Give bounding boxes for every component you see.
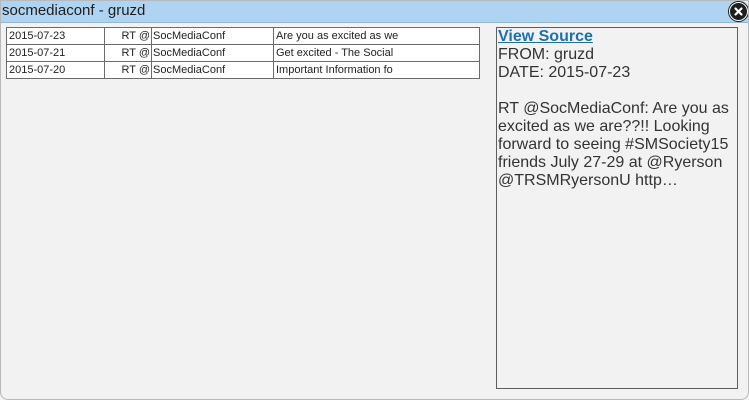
tweet-date-cell: 2015-07-20 — [6, 61, 105, 79]
tweet-from: FROM: gruzd — [498, 46, 595, 63]
tweet-text-cell: Get excited - The Social — [273, 44, 480, 62]
close-icon — [734, 7, 743, 16]
tweet-user-cell: SocMediaConf — [151, 27, 274, 45]
tweet-date-cell: 2015-07-23 — [6, 27, 105, 45]
tweet-date: DATE: 2015-07-23 — [498, 64, 631, 81]
tweet-text-cell: Are you as excited as we — [273, 27, 480, 45]
tweet-text-cell: Important Information fo — [273, 61, 480, 79]
tweet-detail-panel: View Source FROM: gruzd DATE: 2015-07-23… — [496, 27, 738, 389]
tweet-rt-cell: RT @ — [104, 61, 152, 79]
table-row[interactable]: 2015-07-21 RT @ SocMediaConf Get excited… — [6, 44, 480, 62]
tweet-table: 2015-07-23 RT @ SocMediaConf Are you as … — [6, 27, 480, 79]
tweet-date-cell: 2015-07-21 — [6, 44, 105, 62]
tweet-rt-cell: RT @ — [104, 27, 152, 45]
table-row[interactable]: 2015-07-23 RT @ SocMediaConf Are you as … — [6, 27, 480, 45]
title-bar[interactable]: socmediaconf - gruzd — [1, 1, 748, 23]
tweet-user-cell: SocMediaConf — [151, 61, 274, 79]
tweet-body: RT @SocMediaConf: Are you as excited as … — [498, 100, 729, 189]
close-button[interactable] — [729, 2, 748, 21]
tweet-rt-cell: RT @ — [104, 44, 152, 62]
tweet-user-cell: SocMediaConf — [151, 44, 274, 62]
window-title: socmediaconf - gruzd — [2, 2, 146, 19]
table-row[interactable]: 2015-07-20 RT @ SocMediaConf Important I… — [6, 61, 480, 79]
dialog-window: socmediaconf - gruzd 2015-07-23 RT @ Soc… — [0, 0, 749, 400]
view-source-link[interactable]: View Source — [498, 28, 593, 46]
